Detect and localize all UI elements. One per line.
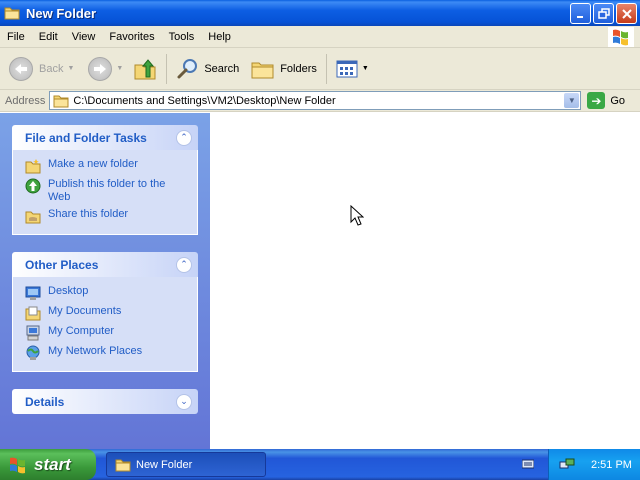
search-button[interactable]: Search [173, 51, 242, 87]
keyboard-icon[interactable] [521, 459, 535, 469]
place-network-places[interactable]: My Network Places [25, 345, 197, 361]
task-publish-folder[interactable]: Publish this folder to the Web [25, 178, 197, 204]
place-label: My Documents [48, 305, 122, 317]
place-label: My Computer [48, 325, 115, 337]
folder-icon [53, 95, 69, 107]
menu-edit[interactable]: Edit [32, 31, 65, 43]
chevron-up-icon[interactable]: ⌃ [176, 256, 192, 273]
up-folder-icon [134, 58, 156, 79]
network-tray-icon[interactable] [559, 457, 575, 473]
network-places-icon [26, 345, 40, 360]
go-button[interactable]: ➔ Go [587, 92, 625, 109]
place-desktop[interactable]: Desktop [25, 285, 197, 301]
toolbar-separator [166, 53, 168, 84]
taskbar: start New Folder 2:51 PM [0, 449, 640, 480]
back-label: Back [39, 62, 64, 75]
mouse-cursor-icon [350, 204, 365, 230]
panel-title: Other Places [25, 257, 99, 272]
menu-help[interactable]: Help [201, 31, 238, 43]
maximize-button[interactable] [593, 3, 614, 24]
menu-file[interactable]: File [0, 31, 32, 43]
folders-button[interactable]: Folders [248, 51, 320, 87]
back-arrow-icon [9, 56, 33, 81]
my-documents-icon [25, 306, 41, 321]
system-tray: 2:51 PM [548, 449, 640, 480]
other-places-panel: Other Places ⌃ Desktop My Documents My C… [12, 252, 198, 372]
windows-flag-icon [10, 457, 25, 473]
back-button[interactable]: Back ▼ [6, 51, 77, 87]
share-folder-icon [25, 211, 41, 224]
address-input[interactable]: C:\Documents and Settings\VM2\Desktop\Ne… [49, 91, 582, 110]
place-my-documents[interactable]: My Documents [25, 305, 197, 321]
search-label: Search [204, 62, 240, 75]
taskbar-window-label: New Folder [136, 458, 193, 471]
task-share-folder[interactable]: Share this folder [25, 208, 197, 224]
views-icon [336, 60, 358, 77]
forward-arrow-icon [88, 56, 113, 81]
details-panel: Details ⌄ [12, 389, 198, 414]
go-arrow-icon: ➔ [587, 92, 606, 109]
file-folder-tasks-panel: File and Folder Tasks ⌃ Make a new folde… [12, 125, 198, 235]
menu-bar: File Edit View Favorites Tools Help [0, 26, 640, 48]
toolbar-separator-2 [325, 53, 327, 84]
task-pane: File and Folder Tasks ⌃ Make a new folde… [0, 113, 210, 449]
title-bar[interactable]: New Folder [0, 0, 640, 26]
toolbar: Back ▼ ▼ Search Folders ▼ [0, 48, 640, 90]
publish-web-icon [25, 178, 41, 194]
task-make-new-folder[interactable]: Make a new folder [25, 158, 197, 174]
folders-label: Folders [280, 62, 317, 75]
task-label: Share this folder [48, 208, 129, 220]
chevron-down-icon[interactable]: ⌄ [176, 393, 192, 410]
task-label: Make a new folder [48, 158, 138, 170]
file-folder-tasks-header[interactable]: File and Folder Tasks ⌃ [12, 125, 198, 150]
address-bar: Address C:\Documents and Settings\VM2\De… [0, 90, 640, 112]
folder-icon [4, 6, 20, 20]
up-folder-button[interactable] [130, 51, 160, 87]
back-dropdown-icon[interactable]: ▼ [67, 65, 74, 72]
folders-icon [251, 62, 274, 78]
forward-dropdown-icon[interactable]: ▼ [116, 65, 123, 72]
views-button[interactable]: ▼ [333, 51, 372, 87]
windows-logo-icon [608, 27, 634, 47]
close-button[interactable] [616, 3, 637, 24]
go-label: Go [610, 94, 626, 107]
menu-view[interactable]: View [65, 31, 103, 43]
desktop-icon [25, 286, 41, 300]
taskbar-window-button[interactable]: New Folder [106, 452, 266, 477]
panel-title: Details [25, 394, 65, 409]
task-label: Publish this folder to the Web [48, 178, 166, 203]
panel-title: File and Folder Tasks [25, 130, 147, 145]
minimize-button[interactable] [570, 3, 591, 24]
other-places-header[interactable]: Other Places ⌃ [12, 252, 198, 277]
place-my-computer[interactable]: My Computer [25, 325, 197, 341]
menu-tools[interactable]: Tools [162, 31, 202, 43]
search-icon [177, 58, 198, 78]
chevron-up-icon[interactable]: ⌃ [176, 129, 192, 146]
forward-button[interactable]: ▼ [85, 51, 126, 87]
menu-favorites[interactable]: Favorites [102, 31, 161, 43]
place-label: My Network Places [48, 345, 143, 357]
address-label: Address [5, 94, 46, 107]
folder-icon [115, 459, 131, 471]
new-folder-icon [25, 159, 41, 174]
details-header[interactable]: Details ⌄ [12, 389, 198, 414]
folder-content-area[interactable] [210, 113, 640, 449]
address-value: C:\Documents and Settings\VM2\Desktop\Ne… [73, 94, 336, 107]
start-label: start [34, 454, 71, 474]
address-dropdown-icon[interactable]: ▼ [564, 93, 580, 108]
place-label: Desktop [48, 285, 89, 297]
clock[interactable]: 2:51 PM [591, 459, 632, 471]
window-title: New Folder [26, 5, 97, 21]
my-computer-icon [26, 325, 40, 341]
views-dropdown-icon[interactable]: ▼ [362, 65, 369, 72]
start-button[interactable]: start [0, 449, 96, 480]
